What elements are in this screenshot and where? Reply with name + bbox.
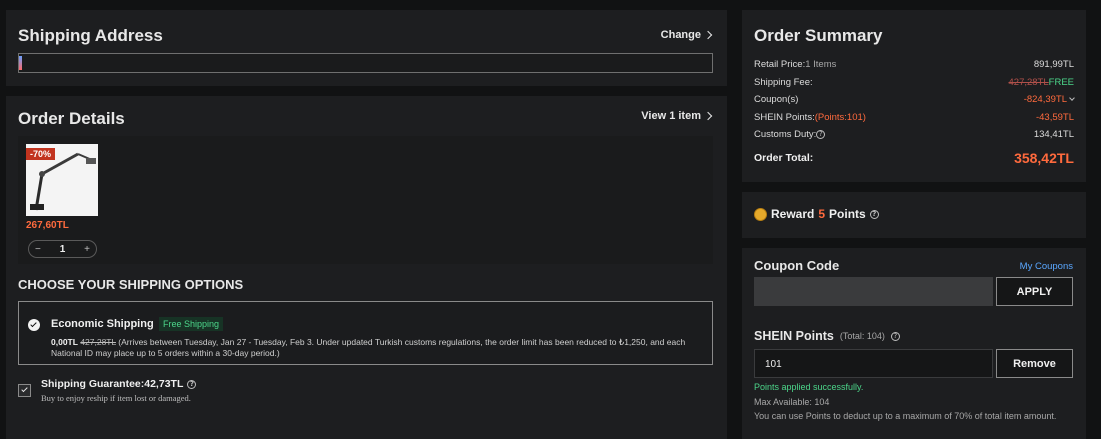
view-items-label: View 1 item — [641, 110, 701, 122]
chevron-down-icon — [1069, 95, 1075, 101]
total-value: 358,42TL — [1014, 150, 1074, 166]
order-summary-title: Order Summary — [754, 26, 883, 45]
shein-points-total: (Total: 104) — [839, 331, 885, 341]
max-available-text: Max Available: 104 — [754, 397, 830, 407]
reward-line: Reward 5 Points ? — [754, 207, 879, 221]
guarantee-text: Shipping Guarantee:42,73TL — [41, 378, 184, 390]
next-section-panel — [6, 428, 727, 439]
retail-price-row: Retail Price:1 Items 891,99TL — [754, 59, 1074, 70]
points-note: You can use Points to deduct up to a max… — [754, 411, 1057, 421]
chevron-right-icon — [703, 111, 713, 121]
coupon-code-title: Coupon Code — [754, 258, 840, 273]
change-address-link[interactable]: Change — [660, 29, 713, 41]
order-details-panel: Order Details View 1 item -70% 267,60TL … — [6, 96, 727, 428]
shipping-guarantee-checkbox[interactable] — [18, 384, 31, 397]
shipping-address-panel: Shipping Address Change — [6, 10, 727, 86]
economic-shipping-option[interactable]: Economic Shipping Free Shipping 0,00TL 4… — [18, 301, 713, 365]
coupon-label: Coupon(s) — [754, 94, 799, 105]
shipping-options-title: CHOOSE YOUR SHIPPING OPTIONS — [18, 277, 244, 292]
shipping-method-details: 0,00TL 427,28TL (Arrives between Tuesday… — [51, 337, 701, 359]
reward-suffix: Points — [829, 207, 866, 221]
reward-panel: Reward 5 Points ? — [742, 192, 1086, 238]
help-circle-icon[interactable]: ? — [890, 331, 900, 341]
address-stripe-icon — [19, 56, 22, 70]
order-details-title: Order Details — [18, 109, 125, 128]
retail-label: Retail Price: — [754, 59, 806, 70]
view-items-link[interactable]: View 1 item — [641, 110, 713, 122]
shipping-price-now: 0,00TL — [51, 337, 78, 347]
address-box[interactable] — [18, 53, 713, 73]
shein-points-title-row: SHEIN Points (Total: 104) ? — [754, 329, 900, 343]
duty-label: Customs Duty: — [754, 129, 817, 140]
coin-icon — [754, 207, 767, 221]
product-image[interactable]: -70% — [26, 144, 98, 216]
order-total-row: Order Total: 358,42TL — [754, 150, 1074, 166]
help-circle-icon[interactable]: ? — [869, 209, 879, 219]
shipping-address-title: Shipping Address — [18, 26, 163, 45]
reward-prefix: Reward — [771, 207, 815, 221]
product-card-area: -70% 267,60TL − 1 + — [18, 136, 713, 264]
points-detail: (Points:101) — [814, 112, 866, 123]
points-row: SHEIN Points:(Points:101) -43,59TL — [754, 112, 1074, 123]
chevron-right-icon — [703, 30, 713, 40]
points-input[interactable]: 101 — [754, 349, 993, 378]
shipping-guarantee-label: Shipping Guarantee:42,73TL ? — [41, 378, 197, 390]
points-value: -43,59TL — [1035, 112, 1074, 123]
shipping-fee-old: 427,28TL — [1008, 77, 1049, 88]
help-circle-icon[interactable]: ? — [187, 379, 197, 389]
shipping-arrival-note: (Arrives between Tuesday, Jan 27 - Tuesd… — [51, 337, 686, 358]
quantity-stepper: − 1 + — [28, 240, 97, 258]
free-shipping-badge: Free Shipping — [159, 317, 224, 331]
my-coupons-link[interactable]: My Coupons — [1020, 261, 1073, 272]
shein-points-title: SHEIN Points — [754, 329, 834, 343]
retail-value: 891,99TL — [1033, 59, 1074, 70]
quantity-value[interactable]: 1 — [60, 244, 66, 255]
shipping-price-old: 427,28TL — [80, 337, 116, 347]
discount-badge: -70% — [26, 148, 56, 160]
apply-coupon-button[interactable]: APPLY — [996, 277, 1073, 306]
shipping-fee-value: FREE — [1048, 77, 1074, 88]
decrease-quantity-button[interactable]: − — [35, 244, 41, 255]
reward-points: 5 — [818, 207, 826, 221]
guarantee-subtext: Buy to enjoy reship if item lost or dama… — [41, 393, 191, 403]
shipping-fee-label: Shipping Fee: — [754, 77, 813, 88]
customs-duty-row: Customs Duty:? 134,41TL — [754, 129, 1074, 140]
product-price: 267,60TL — [26, 220, 69, 231]
change-label: Change — [660, 29, 701, 41]
remove-points-button[interactable]: Remove — [996, 349, 1073, 378]
points-label: SHEIN Points: — [754, 112, 815, 123]
shipping-fee-row: Shipping Fee: 427,28TLFREE — [754, 77, 1074, 88]
coupon-value: -824,39TL — [1023, 94, 1067, 105]
coupon-row[interactable]: Coupon(s) -824,39TL — [754, 94, 1075, 105]
help-circle-icon[interactable]: ? — [816, 129, 826, 139]
order-summary-panel: Order Summary Retail Price:1 Items 891,9… — [742, 10, 1086, 182]
selected-check-icon — [28, 319, 40, 331]
coupon-points-panel: Coupon Code My Coupons APPLY SHEIN Point… — [742, 248, 1086, 439]
total-label: Order Total: — [754, 152, 814, 164]
points-success-message: Points applied successfully. — [754, 382, 864, 392]
retail-count: 1 Items — [805, 59, 837, 70]
coupon-code-input[interactable] — [754, 277, 993, 306]
duty-value: 134,41TL — [1033, 129, 1074, 140]
increase-quantity-button[interactable]: + — [84, 244, 90, 255]
shipping-method-name: Economic Shipping — [51, 318, 154, 330]
